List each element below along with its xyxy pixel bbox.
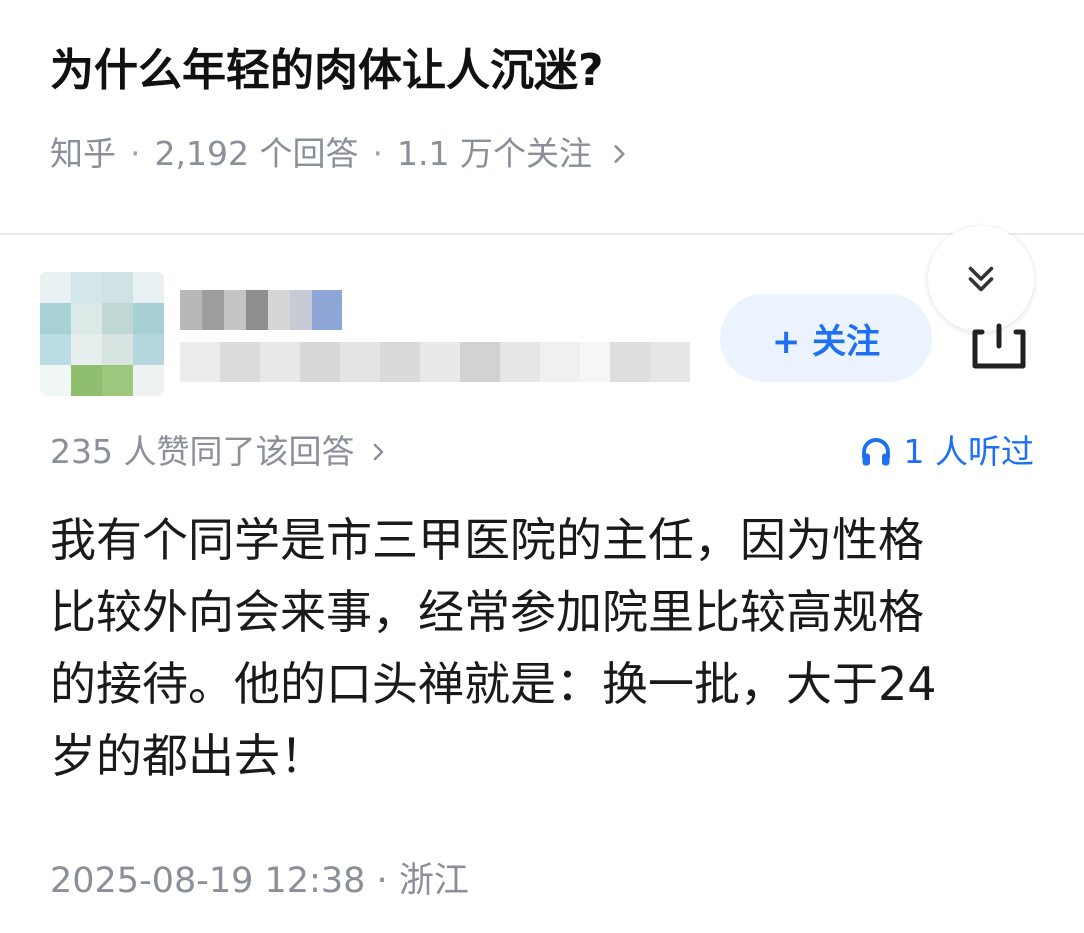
chevron-right-icon	[374, 443, 384, 461]
blur-pixel	[202, 290, 224, 330]
blur-pixel	[460, 342, 500, 382]
answer-footer: 2025-08-19 12:38 · 浙江	[50, 855, 469, 907]
blur-pixel	[380, 342, 420, 382]
author-name-blurred[interactable]	[180, 290, 350, 330]
answer-timestamp: 2025-08-19 12:38	[50, 861, 366, 901]
chevron-right-icon	[614, 145, 625, 163]
blur-pixel	[540, 342, 580, 382]
blur-pixel	[260, 342, 300, 382]
avatar-pixel	[40, 272, 71, 303]
share-icon[interactable]	[970, 322, 1028, 370]
answer-count: 2,192 个回答	[154, 134, 359, 173]
avatar-pixel	[71, 303, 102, 334]
avatar-pixel	[102, 303, 133, 334]
follow-label: + 关注	[771, 321, 881, 362]
follow-button[interactable]: + 关注	[720, 294, 932, 382]
blur-pixel	[180, 290, 202, 330]
meta-separator: ·	[372, 134, 383, 173]
avatar-pixel	[71, 272, 102, 303]
avatar-pixel	[133, 303, 164, 334]
blur-pixel	[300, 342, 340, 382]
avatar-pixel	[40, 365, 71, 396]
footer-separator: ·	[376, 861, 399, 901]
blur-pixel	[224, 290, 246, 330]
blur-pixel	[220, 342, 260, 382]
blur-pixel	[500, 342, 540, 382]
listened-text: 1 人听过	[903, 432, 1035, 471]
author-avatar[interactable]	[40, 272, 164, 396]
avatar-pixel	[102, 365, 133, 396]
blur-pixel	[312, 290, 342, 330]
answer-content[interactable]: 我有个同学是市三甲医院的主任，因为性格 比较外向会来事，经常参加院里比较高规格 …	[50, 504, 1040, 792]
avatar-pixel	[133, 334, 164, 365]
meta-separator: ·	[130, 134, 141, 173]
avatar-pixel	[102, 272, 133, 303]
content-line: 我有个同学是市三甲医院的主任，因为性格	[50, 513, 924, 567]
blur-pixel	[650, 342, 690, 382]
avatar-pixel	[71, 365, 102, 396]
avatar-pixel	[40, 303, 71, 334]
blur-pixel	[610, 342, 650, 382]
upvote-summary[interactable]: 235 人赞同了该回答	[50, 426, 390, 478]
content-line: 岁的都出去！	[50, 729, 326, 783]
listen-indicator[interactable]: 1 人听过	[858, 426, 1035, 478]
avatar-pixel	[71, 334, 102, 365]
blur-pixel	[246, 290, 268, 330]
answer-location: 浙江	[398, 861, 469, 901]
content-line: 比较外向会来事，经常参加院里比较高规格	[50, 585, 924, 639]
follower-count: 1.1 万个关注	[396, 134, 592, 173]
avatar-pixel	[102, 334, 133, 365]
collapse-button[interactable]	[928, 226, 1034, 332]
blur-pixel	[268, 290, 290, 330]
question-meta[interactable]: 知乎 · 2,192 个回答 · 1.1 万个关注	[50, 128, 632, 180]
avatar-pixel	[133, 272, 164, 303]
headphones-icon	[861, 438, 890, 466]
question-title[interactable]: 为什么年轻的肉体让人沉迷?	[50, 38, 1030, 104]
blur-pixel	[340, 342, 380, 382]
avatar-pixel	[40, 334, 71, 365]
section-divider	[0, 233, 1084, 235]
blur-pixel	[290, 290, 312, 330]
blur-pixel	[180, 342, 220, 382]
double-chevron-down-icon	[968, 266, 994, 292]
avatar-pixel	[133, 365, 164, 396]
blur-pixel	[420, 342, 460, 382]
author-bio-blurred	[180, 342, 700, 382]
source-label: 知乎	[50, 134, 116, 173]
upvote-text: 235 人赞同了该回答	[50, 432, 355, 471]
content-line: 的接待。他的口头禅就是：换一批，大于24	[50, 657, 937, 711]
